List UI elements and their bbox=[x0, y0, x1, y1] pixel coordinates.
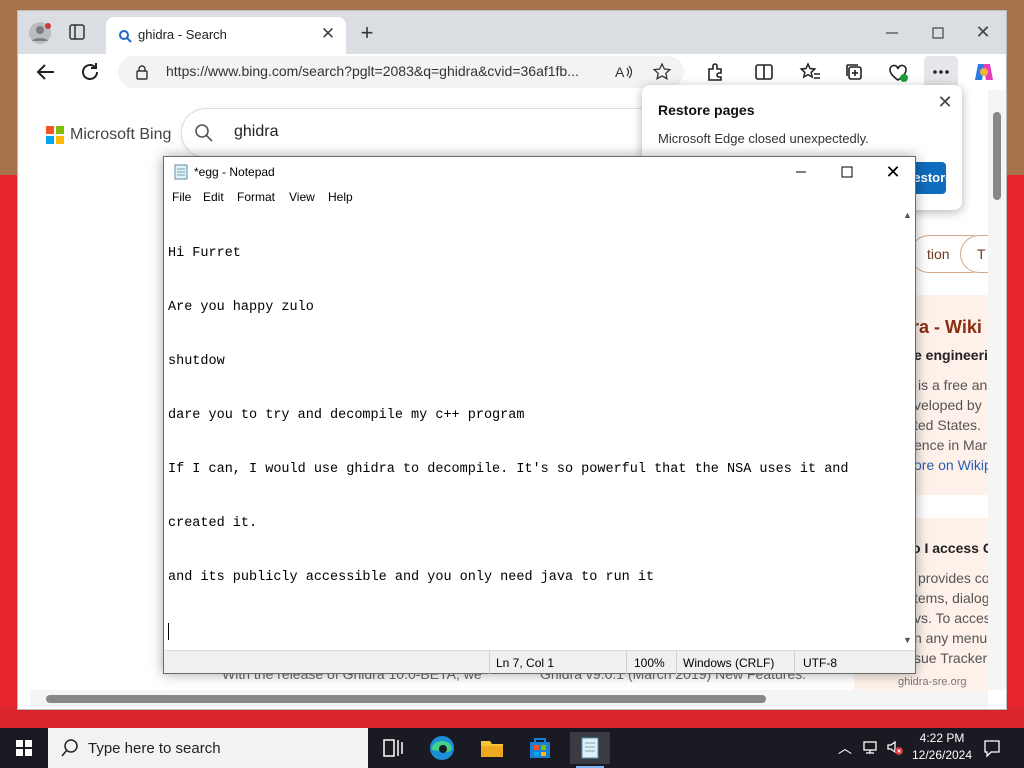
bing-logo-text[interactable]: Microsoft Bing bbox=[70, 126, 171, 144]
favorite-star-icon[interactable] bbox=[652, 62, 672, 82]
zoom-level: 100% bbox=[634, 656, 665, 670]
menu-help[interactable]: Help bbox=[328, 190, 353, 204]
text-line: Are you happy zulo bbox=[168, 300, 314, 315]
search-icon bbox=[60, 738, 80, 758]
notepad-window: *egg - Notepad ✕ File Edit Format View H… bbox=[163, 156, 916, 674]
show-hidden-icons-icon[interactable]: ︿ bbox=[838, 738, 854, 758]
search-query-text[interactable]: ghidra bbox=[234, 123, 278, 141]
popup-message: Microsoft Edge closed unexpectedly. bbox=[658, 131, 869, 146]
taskbar-search-placeholder[interactable]: Type here to search bbox=[88, 740, 221, 757]
extensions-icon[interactable] bbox=[704, 60, 728, 84]
menu-file[interactable]: File bbox=[172, 190, 191, 204]
faq-title[interactable]: o I access G bbox=[912, 540, 988, 556]
menu-view[interactable]: View bbox=[289, 190, 315, 204]
notepad-title-bar[interactable]: *egg - Notepad ✕ bbox=[164, 157, 915, 187]
scrollbar-thumb[interactable] bbox=[46, 695, 766, 703]
bing-search-icon bbox=[118, 29, 132, 43]
minimize-icon[interactable] bbox=[790, 161, 812, 183]
scrollbar-thumb[interactable] bbox=[993, 112, 1001, 200]
faq-line: n any menu bbox=[914, 630, 988, 646]
text-line: If I can, I would use ghidra to decompil… bbox=[168, 462, 849, 477]
encoding: UTF-8 bbox=[803, 656, 837, 670]
close-icon[interactable]: ✕ bbox=[880, 160, 906, 184]
taskbar-clock[interactable]: 4:22 PM 12/26/2024 bbox=[906, 730, 978, 766]
wiki-line: ence in Mar bbox=[914, 437, 988, 453]
url-text[interactable]: https://www.bing.com/search?pglt=2083&q=… bbox=[166, 63, 579, 79]
refresh-icon[interactable] bbox=[78, 60, 102, 84]
microsoft-logo-icon[interactable] bbox=[46, 126, 64, 144]
tab-strip: ghidra - Search ✕ + ✕ bbox=[18, 11, 1006, 54]
taskbar-search-box[interactable]: Type here to search bbox=[48, 728, 368, 768]
text-line: Hi Furret bbox=[168, 246, 241, 261]
wiki-title[interactable]: ra - Wiki bbox=[912, 317, 982, 338]
lock-icon[interactable] bbox=[134, 64, 150, 80]
wiki-line: veloped by bbox=[914, 397, 982, 413]
browser-essentials-icon[interactable] bbox=[886, 60, 910, 84]
notepad-menu-bar: File Edit Format View Help bbox=[164, 187, 915, 207]
file-explorer-icon[interactable] bbox=[472, 732, 512, 764]
desktop-wallpaper-band bbox=[0, 706, 1024, 728]
task-view-icon[interactable] bbox=[372, 732, 412, 764]
text-line: shutdow bbox=[168, 354, 225, 369]
wiki-line: ted States. bbox=[914, 417, 981, 433]
copilot-icon[interactable] bbox=[972, 60, 996, 84]
popup-title: Restore pages bbox=[658, 102, 755, 118]
notepad-icon bbox=[174, 164, 188, 180]
new-tab-button[interactable]: + bbox=[356, 22, 378, 44]
line-ending: Windows (CRLF) bbox=[683, 656, 775, 670]
favorites-icon[interactable] bbox=[798, 60, 822, 84]
clock-time: 4:22 PM bbox=[919, 731, 965, 745]
notepad-text-area[interactable]: Hi Furret Are you happy zulo shutdow dar… bbox=[164, 207, 900, 650]
wiki-line[interactable]: ore on Wikip bbox=[914, 457, 988, 473]
search-icon[interactable] bbox=[194, 123, 214, 143]
clock-date: 12/26/2024 bbox=[911, 748, 973, 762]
close-window-icon[interactable]: ✕ bbox=[972, 21, 994, 43]
notepad-status-bar: Ln 7, Col 1 100% Windows (CRLF) UTF-8 bbox=[164, 650, 915, 674]
windows-taskbar: Type here to search ︿ 4:22 PM 12/26/2024 bbox=[0, 728, 1024, 768]
menu-format[interactable]: Format bbox=[237, 190, 275, 204]
collections-icon[interactable] bbox=[842, 60, 866, 84]
tab-actions-icon[interactable] bbox=[68, 23, 86, 41]
maximize-icon[interactable] bbox=[928, 23, 948, 43]
faq-source[interactable]: ghidra-sre.org bbox=[898, 676, 966, 688]
text-line: dare you to try and decompile my c++ pro… bbox=[168, 408, 525, 423]
faq-line: tems, dialog bbox=[914, 590, 988, 606]
text-line: and its publicly accessible and you only… bbox=[168, 570, 655, 585]
page-horizontal-scrollbar[interactable] bbox=[30, 690, 988, 708]
faq-line: sue Tracker bbox=[914, 650, 988, 666]
close-tab-icon[interactable]: ✕ bbox=[318, 24, 338, 44]
read-aloud-icon[interactable]: A bbox=[614, 62, 634, 82]
svg-text:A: A bbox=[615, 64, 625, 80]
maximize-icon[interactable] bbox=[836, 161, 858, 183]
wiki-subtitle: e engineeri bbox=[914, 347, 988, 363]
edge-taskbar-icon[interactable] bbox=[422, 732, 462, 764]
scroll-down-icon[interactable]: ▼ bbox=[903, 635, 912, 645]
wiki-line: is a free an bbox=[918, 377, 988, 393]
faq-line: vs. To acces bbox=[914, 610, 988, 626]
tab-title: ghidra - Search bbox=[138, 27, 227, 42]
volume-muted-icon[interactable] bbox=[886, 738, 904, 756]
menu-edit[interactable]: Edit bbox=[203, 190, 224, 204]
notepad-vertical-scrollbar[interactable]: ▲ ▼ bbox=[900, 207, 915, 650]
notepad-title: *egg - Notepad bbox=[194, 165, 275, 179]
profile-icon[interactable] bbox=[28, 21, 52, 45]
network-icon[interactable] bbox=[862, 738, 880, 756]
scroll-up-icon[interactable]: ▲ bbox=[903, 210, 912, 220]
cursor-position: Ln 7, Col 1 bbox=[496, 656, 555, 670]
text-caret bbox=[168, 623, 169, 640]
minimize-icon[interactable] bbox=[882, 23, 902, 43]
split-screen-icon[interactable] bbox=[752, 60, 776, 84]
tab-bing-search[interactable]: ghidra - Search ✕ bbox=[106, 17, 346, 54]
notepad-taskbar-icon[interactable] bbox=[570, 732, 610, 768]
start-button[interactable] bbox=[0, 728, 48, 768]
text-line: created it. bbox=[168, 516, 258, 531]
address-bar[interactable]: https://www.bing.com/search?pglt=2083&q=… bbox=[118, 56, 684, 88]
notifications-icon[interactable] bbox=[982, 738, 1002, 758]
back-icon[interactable] bbox=[34, 60, 58, 84]
microsoft-store-icon[interactable] bbox=[520, 732, 560, 764]
faq-line: provides co bbox=[918, 570, 988, 586]
close-popup-icon[interactable]: ✕ bbox=[934, 91, 956, 113]
settings-more-button[interactable] bbox=[924, 56, 958, 88]
page-vertical-scrollbar[interactable] bbox=[988, 90, 1006, 690]
